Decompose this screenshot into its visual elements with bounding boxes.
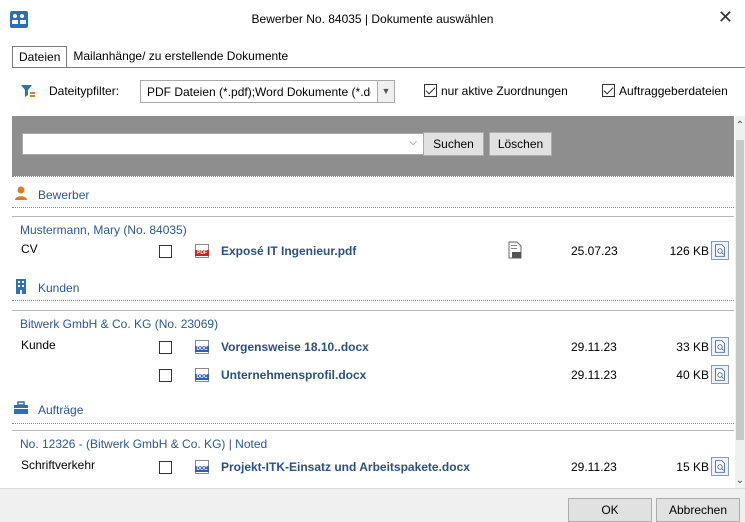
row-category: Kunde	[21, 338, 56, 352]
divider	[12, 423, 734, 424]
row-size: 33 KB	[676, 340, 709, 354]
filter-icon	[21, 85, 35, 97]
ok-button[interactable]: OK	[568, 498, 652, 522]
preview-icon[interactable]	[711, 337, 729, 356]
scroll-thumb[interactable]	[736, 140, 744, 440]
row-checkbox[interactable]	[159, 461, 172, 474]
divider	[12, 300, 734, 301]
group-header: No. 12326 - (Bitwerk GmbH & Co. KG) | No…	[12, 430, 734, 451]
row-date: 29.11.23	[571, 340, 617, 354]
client-files-label: Auftraggeberdateien	[619, 84, 728, 98]
close-icon[interactable]: ✕	[718, 7, 733, 28]
row-date: 25.07.23	[571, 244, 618, 258]
clear-button[interactable]: Löschen	[489, 132, 552, 156]
filter-label: Dateitypfilter:	[49, 84, 120, 98]
section-orders: Aufträge	[12, 398, 734, 420]
cancel-button[interactable]: Abbrechen	[656, 498, 740, 522]
table-row: Kunde DOC Vorgensweise 18.10..docx 29.11…	[12, 336, 734, 358]
file-name-link[interactable]: Projekt-ITK-Einsatz und Arbeitspakete.do…	[221, 460, 470, 474]
only-active-label: nur aktive Zuordnungen	[441, 84, 568, 98]
search-panel: ⌵ Suchen Löschen	[12, 116, 734, 176]
chevron-down-icon[interactable]: ⌵	[409, 137, 417, 148]
group-header: Bitwerk GmbH & Co. KG (No. 23069)	[12, 310, 734, 331]
group-title: Mustermann, Mary (No. 84035)	[20, 223, 187, 237]
row-category: CV	[21, 242, 38, 256]
doc-icon: DOC	[195, 340, 209, 354]
table-row: Schriftverkehr DOC Projekt-ITK-Einsatz u…	[12, 456, 734, 478]
divider	[12, 176, 734, 177]
preview-icon[interactable]	[711, 457, 729, 476]
row-checkbox[interactable]	[159, 245, 172, 258]
preview-icon[interactable]	[711, 365, 729, 384]
table-row: CV PDF Exposé IT Ingenieur.pdf 25.07.23 …	[12, 240, 734, 262]
dialog-footer: OK Abbrechen	[0, 488, 745, 522]
file-name-link[interactable]: Exposé IT Ingenieur.pdf	[221, 244, 356, 258]
pdf-icon: PDF	[195, 244, 209, 258]
window-title: Bewerber No. 84035 | Dokumente auswählen	[251, 12, 494, 26]
section-customers: Kunden	[12, 276, 734, 298]
doc-icon: DOC	[195, 460, 209, 474]
search-input[interactable]: ⌵	[22, 133, 424, 155]
section-applicant: Bewerber	[12, 183, 734, 205]
file-name-link[interactable]: Unternehmensprofil.docx	[221, 368, 366, 382]
section-title: Kunden	[38, 281, 80, 295]
building-icon	[16, 279, 26, 294]
export-icon[interactable]	[507, 241, 523, 259]
tab-files[interactable]: Dateien	[12, 46, 68, 68]
row-date: 29.11.23	[571, 460, 617, 474]
group-header: Mustermann, Mary (No. 84035)	[12, 216, 734, 237]
scroll-down-icon[interactable]: ⌄	[735, 475, 745, 486]
tab-bar: Dateien Mailanhänge/ zu erstellende Doku…	[12, 46, 294, 68]
file-type-select[interactable]: PDF Dateien (*.pdf);Word Dokumente (*.do…	[140, 80, 395, 103]
row-checkbox[interactable]	[159, 369, 172, 382]
file-name-link[interactable]: Vorgensweise 18.10..docx	[221, 340, 369, 354]
doc-icon: DOC	[195, 368, 209, 382]
row-size: 15 KB	[676, 460, 709, 474]
briefcase-icon	[14, 401, 28, 414]
vertical-scrollbar[interactable]: ⌃ ⌄	[735, 116, 745, 488]
person-icon	[15, 186, 27, 200]
row-category: Schriftverkehr	[21, 458, 96, 472]
group-title: No. 12326 - (Bitwerk GmbH & Co. KG) | No…	[20, 437, 268, 451]
chevron-down-icon[interactable]: ▼	[377, 81, 394, 102]
document-list: Bewerber Mustermann, Mary (No. 84035) CV…	[12, 176, 734, 488]
row-checkbox[interactable]	[159, 341, 172, 354]
search-button[interactable]: Suchen	[423, 132, 484, 156]
divider	[12, 207, 734, 208]
row-size: 40 KB	[676, 368, 709, 382]
preview-icon[interactable]	[711, 241, 729, 260]
scroll-up-icon[interactable]: ⌃	[735, 120, 745, 131]
client-files-checkbox[interactable]	[602, 84, 615, 97]
title-bar: Bewerber No. 84035 | Dokumente auswählen…	[0, 0, 745, 40]
section-title: Aufträge	[38, 403, 84, 417]
row-size: 126 KB	[669, 244, 709, 258]
tab-divider	[12, 67, 745, 68]
file-type-value: PDF Dateien (*.pdf);Word Dokumente (*.do…	[147, 85, 371, 99]
table-row: DOC Unternehmensprofil.docx 29.11.23 40 …	[12, 364, 734, 386]
section-title: Bewerber	[38, 188, 90, 202]
filter-bar: Dateitypfilter: PDF Dateien (*.pdf);Word…	[12, 78, 745, 104]
row-date: 29.11.23	[571, 368, 617, 382]
only-active-checkbox[interactable]	[424, 84, 437, 97]
group-title: Bitwerk GmbH & Co. KG (No. 23069)	[20, 317, 219, 331]
tab-mail-attachments[interactable]: Mailanhänge/ zu erstellende Dokumente	[67, 46, 294, 68]
